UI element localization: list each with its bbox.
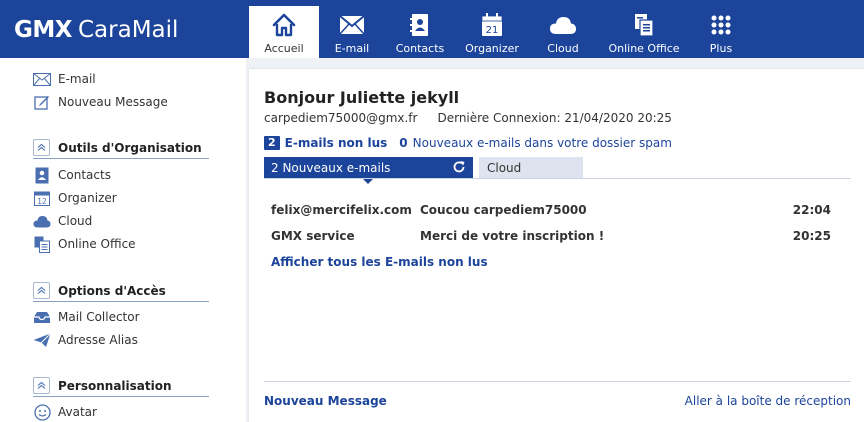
tab-new-emails[interactable]: 2 Nouveaux e-mails bbox=[264, 157, 473, 184]
nav-label: Contacts bbox=[395, 42, 445, 55]
new-message-link[interactable]: Nouveau Message bbox=[264, 394, 387, 408]
logo-brand: GMX bbox=[14, 17, 73, 43]
section-header-options-acces[interactable]: Options d'Accès bbox=[33, 280, 209, 302]
email-sender: felix@mercifelix.com bbox=[271, 203, 412, 217]
home-panel: Bonjour Juliette jekyll carpediem75000@g… bbox=[249, 69, 864, 422]
grid-icon bbox=[710, 10, 732, 40]
nav-online-office[interactable]: Online Office bbox=[597, 6, 691, 58]
unread-summary: 2 E-mails non lus 0 Nouveaux e-mails dan… bbox=[264, 136, 672, 150]
chevron-up-icon bbox=[33, 377, 50, 394]
inbox-tray-icon bbox=[33, 308, 51, 326]
tab-label: 2 Nouveaux e-mails bbox=[271, 160, 391, 175]
email-time: 22:04 bbox=[792, 203, 831, 217]
sidebar-item-online-office[interactable]: Online Office bbox=[33, 234, 136, 254]
nav-label: Online Office bbox=[608, 42, 680, 55]
greeting: Bonjour Juliette jekyll bbox=[264, 88, 460, 107]
sidebar-item-label: Cloud bbox=[58, 214, 93, 228]
paper-plane-icon bbox=[33, 331, 51, 349]
email-row[interactable]: GMX service Merci de votre inscription !… bbox=[271, 229, 831, 247]
nav-organizer[interactable]: 21 Organizer bbox=[455, 6, 529, 58]
email-subject: Coucou carpediem75000 bbox=[420, 203, 587, 217]
show-all-unread-link[interactable]: Afficher tous les E-mails non lus bbox=[271, 255, 488, 269]
top-bar: GMX CaraMail Accueil E-mail Contacts 21 O… bbox=[0, 0, 864, 58]
section-title: Outils d'Organisation bbox=[58, 140, 202, 155]
divider bbox=[264, 178, 851, 179]
refresh-icon[interactable] bbox=[451, 159, 467, 175]
nav-accueil[interactable]: Accueil bbox=[249, 6, 319, 58]
chevron-up-icon bbox=[33, 139, 50, 156]
spam-count: 0 bbox=[399, 136, 408, 150]
cloud-icon bbox=[33, 212, 51, 230]
chevron-up-icon bbox=[33, 282, 50, 299]
email-time: 20:25 bbox=[792, 229, 831, 243]
nav-contacts[interactable]: Contacts bbox=[385, 6, 455, 58]
sidebar-item-contacts[interactable]: Contacts bbox=[33, 165, 111, 185]
pencil-icon bbox=[33, 93, 51, 111]
sidebar-item-mail-collector[interactable]: Mail Collector bbox=[33, 307, 140, 327]
address-book-icon bbox=[409, 10, 431, 40]
unread-count-badge: 2 bbox=[264, 136, 280, 150]
sidebar: E-mail Nouveau Message Outils d'Organisa… bbox=[0, 58, 246, 422]
sidebar-item-avatar[interactable]: Avatar bbox=[33, 402, 97, 422]
tab-label: Cloud bbox=[487, 160, 522, 175]
nav-label: Cloud bbox=[547, 42, 579, 55]
nav-label: Organizer bbox=[465, 42, 519, 55]
spam-link[interactable]: Nouveaux e-mails dans votre dossier spam bbox=[413, 136, 672, 150]
nav-cloud[interactable]: Cloud bbox=[529, 6, 597, 58]
sidebar-item-adresse-alias[interactable]: Adresse Alias bbox=[33, 330, 138, 350]
nav-email[interactable]: E-mail bbox=[319, 6, 385, 58]
sidebar-item-label: Online Office bbox=[58, 237, 136, 251]
sidebar-item-label: E-mail bbox=[58, 72, 96, 86]
unread-emails-link[interactable]: E-mails non lus bbox=[285, 136, 388, 150]
sidebar-item-label: Organizer bbox=[58, 191, 117, 205]
account-email: carpediem75000@gmx.fr bbox=[264, 111, 418, 125]
home-icon bbox=[271, 10, 297, 40]
logo[interactable]: GMX CaraMail bbox=[14, 19, 178, 42]
section-title: Options d'Accès bbox=[58, 283, 166, 298]
sidebar-item-label: Adresse Alias bbox=[58, 333, 138, 347]
sidebar-item-label: Contacts bbox=[58, 168, 111, 182]
contact-card-icon bbox=[33, 166, 51, 184]
email-row[interactable]: felix@mercifelix.com Coucou carpediem750… bbox=[271, 203, 831, 221]
sidebar-item-cloud[interactable]: Cloud bbox=[33, 211, 92, 231]
email-subject: Merci de votre inscription ! bbox=[420, 229, 605, 243]
go-to-inbox-link[interactable]: Aller à la boîte de réception bbox=[685, 394, 851, 408]
calendar-day: 21 bbox=[486, 25, 499, 36]
email-sender: GMX service bbox=[271, 229, 355, 243]
section-header-outils[interactable]: Outils d'Organisation bbox=[33, 137, 209, 159]
sidebar-item-label: Avatar bbox=[58, 405, 97, 419]
office-docs-icon bbox=[33, 235, 51, 253]
envelope-icon bbox=[33, 70, 51, 88]
section-title: Personnalisation bbox=[58, 378, 172, 393]
sidebar-item-organizer[interactable]: 12 Organizer bbox=[33, 188, 117, 208]
calendar-icon: 12 bbox=[33, 189, 51, 207]
last-login: Dernière Connexion: 21/04/2020 20:25 bbox=[437, 111, 672, 125]
logo-product: CaraMail bbox=[78, 17, 179, 43]
envelope-icon bbox=[339, 10, 365, 40]
calendar-icon: 21 bbox=[481, 10, 503, 40]
nav-plus[interactable]: Plus bbox=[691, 6, 751, 58]
cloud-icon bbox=[549, 10, 577, 40]
tab-cloud[interactable]: Cloud bbox=[479, 157, 583, 178]
section-header-personnalisation[interactable]: Personnalisation bbox=[33, 375, 209, 397]
main-nav: Accueil E-mail Contacts 21 Organizer Clo… bbox=[249, 6, 751, 58]
nav-label: E-mail bbox=[334, 42, 370, 55]
office-docs-icon bbox=[632, 10, 656, 40]
smiley-icon bbox=[33, 403, 51, 421]
calendar-day: 12 bbox=[37, 197, 47, 206]
nav-label: Plus bbox=[709, 42, 733, 55]
sidebar-item-nouveau-message[interactable]: Nouveau Message bbox=[33, 92, 168, 112]
sidebar-item-email[interactable]: E-mail bbox=[33, 69, 96, 89]
sidebar-item-label: Mail Collector bbox=[58, 310, 140, 324]
account-info: carpediem75000@gmx.fr Dernière Connexion:… bbox=[264, 111, 672, 125]
sidebar-item-label: Nouveau Message bbox=[58, 95, 168, 109]
nav-label: Accueil bbox=[264, 42, 304, 55]
divider bbox=[264, 381, 851, 382]
